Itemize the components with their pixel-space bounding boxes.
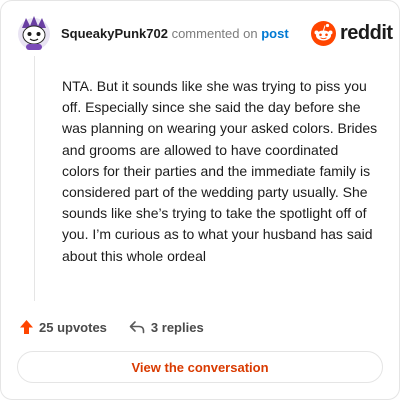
username-link[interactable]: SqueakyPunk702: [61, 26, 168, 41]
thread-line: [34, 56, 35, 301]
reply-arrow-icon: [129, 321, 145, 334]
reddit-logo[interactable]: reddit: [311, 21, 393, 46]
upvotes-count: 25 upvotes: [39, 319, 107, 335]
reddit-wordmark: reddit: [340, 22, 393, 44]
post-link[interactable]: post: [261, 26, 288, 41]
user-avatar[interactable]: [17, 15, 51, 51]
comment-actions: 25 upvotes 3 replies: [19, 319, 204, 335]
replies-button[interactable]: 3 replies: [129, 320, 204, 335]
replies-count: 3 replies: [150, 319, 204, 335]
upvote-button[interactable]: 25 upvotes: [19, 319, 107, 335]
upvote-arrow-icon: [20, 320, 33, 334]
comment-header: SqueakyPunk702 commented on post: [61, 26, 289, 42]
comment-body: NTA. But it sounds like she was trying t…: [62, 78, 378, 264]
view-conversation-button[interactable]: View the conversation: [17, 351, 383, 383]
commented-on-text: commented on: [171, 26, 258, 41]
reddit-comment-card: SqueakyPunk702 commented on post reddit …: [0, 0, 400, 400]
snoo-avatar-icon: [18, 16, 50, 50]
reddit-snoo-icon: [311, 21, 336, 46]
